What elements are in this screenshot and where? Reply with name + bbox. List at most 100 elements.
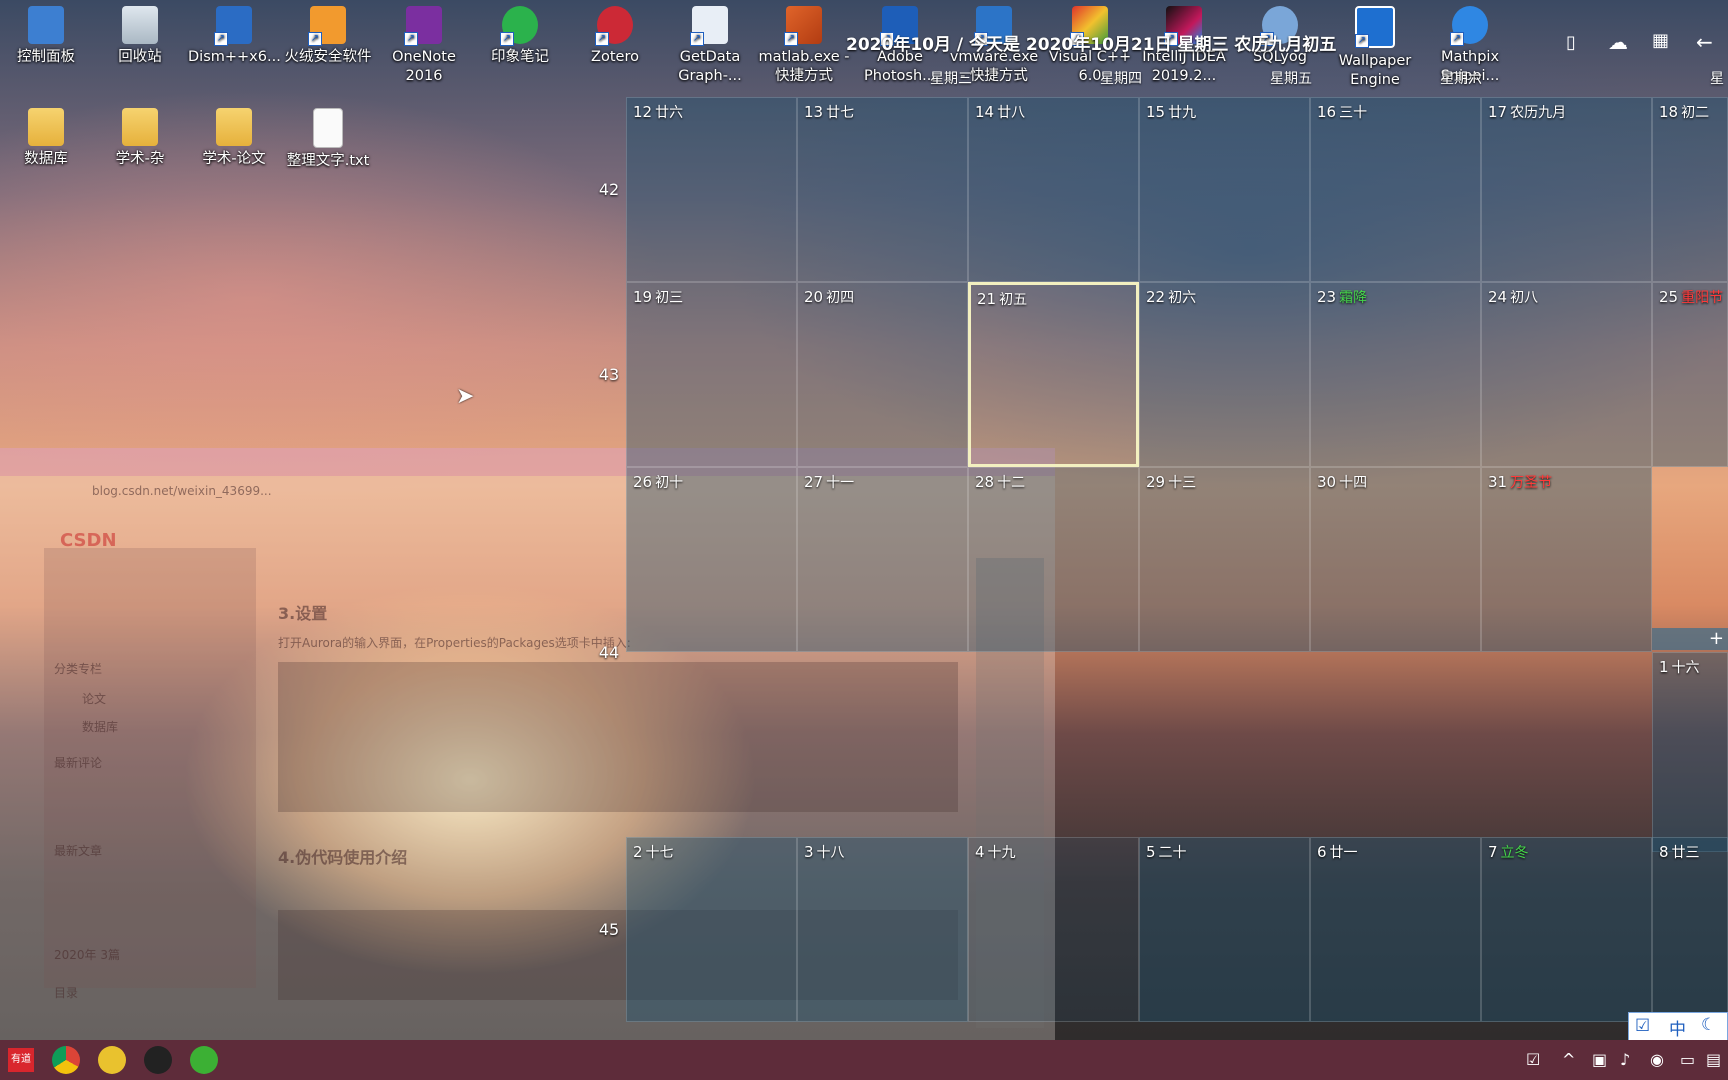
calendar-day[interactable]: 1 十六: [1652, 652, 1728, 852]
calendar-day[interactable]: 5 二十: [1139, 837, 1310, 1022]
calendar-day[interactable]: 30 十四: [1310, 467, 1481, 652]
calendar-day[interactable]: 7 立冬: [1481, 837, 1652, 1022]
recycle-bin-icon: [122, 6, 158, 44]
lunar-date: 十四: [1339, 475, 1368, 491]
desktop-icon-onenote[interactable]: ↗ OneNote 2016: [378, 0, 470, 86]
checkbox-tray-icon[interactable]: ☑: [1526, 1050, 1540, 1069]
app-icon[interactable]: [98, 1046, 126, 1074]
desktop-icon-control-panel[interactable]: 控制面板: [0, 0, 92, 67]
desktop-icon-label: matlab.exe - 快捷方式: [758, 49, 850, 84]
desktop-icon-wallpaper-engine[interactable]: ↗ Wallpaper Engine: [1329, 0, 1421, 90]
huorong-icon: ↗: [308, 6, 346, 46]
article-heading-pseudocode: 4.伪代码使用介绍: [278, 848, 408, 867]
lunar-date: 初二: [1681, 105, 1710, 121]
youdao-icon[interactable]: 有道: [8, 1048, 34, 1072]
wechat-icon[interactable]: [190, 1046, 218, 1074]
add-event-button[interactable]: +: [1652, 628, 1728, 650]
calendar-day[interactable]: 18 初二: [1652, 97, 1728, 282]
volume-icon[interactable]: ♪: [1620, 1050, 1630, 1069]
day-number: 1: [1659, 658, 1669, 676]
chrome-icon[interactable]: [52, 1046, 80, 1074]
onenote-icon: ↗: [404, 6, 442, 46]
day-number: 23: [1317, 288, 1337, 306]
calendar-day[interactable]: 3 十八: [797, 837, 968, 1022]
calendar-day-today[interactable]: 21 初五: [968, 282, 1139, 467]
desktop-icon-dism[interactable]: ↗ Dism++x6...: [188, 0, 281, 67]
day-number: 8: [1659, 843, 1669, 861]
calendar-day[interactable]: 26 初十: [626, 467, 797, 652]
calendar-day[interactable]: 31 万圣节: [1481, 467, 1652, 652]
desktop-icon-folder-academic-misc[interactable]: 学术-杂: [94, 102, 186, 169]
calendar-day[interactable]: 6 廿一: [1310, 837, 1481, 1022]
battery-icon[interactable]: ▭: [1680, 1050, 1695, 1069]
desktop-icon-label: 学术-论文: [202, 151, 266, 167]
calendar-day[interactable]: 14 廿八: [968, 97, 1139, 282]
calendar-day-label: 14 廿八: [975, 102, 1025, 122]
calendar-day[interactable]: 8 廿三: [1652, 837, 1728, 1022]
calendar-day[interactable]: 20 初四: [797, 282, 968, 467]
lunar-date: 廿一: [1329, 845, 1358, 861]
calendar-day[interactable]: 15 廿九: [1139, 97, 1310, 282]
network-icon[interactable]: ▣: [1592, 1050, 1607, 1069]
day-number: 27: [804, 473, 824, 491]
calendar-day-label: 26 初十: [633, 472, 683, 492]
article-text: 打开Aurora的输入界面，在Properties的Packages选项卡中插入…: [278, 636, 631, 650]
qq-icon[interactable]: [144, 1046, 172, 1074]
calendar-day[interactable]: 25 重阳节: [1652, 282, 1728, 467]
ime-language-label[interactable]: 中: [1669, 1015, 1686, 1040]
desktop-icon-recycle-bin[interactable]: 回收站: [94, 0, 186, 67]
desktop-icon-label: 整理文字.txt: [286, 153, 370, 169]
lunar-date: 十九: [987, 845, 1016, 861]
calendar-day[interactable]: 28 十二: [968, 467, 1139, 652]
sidebar-item[interactable]: 论文: [82, 690, 106, 707]
desktop-icon-huorong[interactable]: ↗ 火绒安全软件: [282, 0, 374, 67]
calendar-day[interactable]: 24 初八: [1481, 282, 1652, 467]
calendar-day-label: 18 初二: [1659, 102, 1709, 122]
sidebar-item[interactable]: 2020年 3篇: [54, 946, 120, 963]
desktop-icon-zotero[interactable]: ↗ Zotero: [569, 0, 661, 67]
desktop-icon-text-file[interactable]: 整理文字.txt: [282, 102, 374, 171]
calendar-day[interactable]: 29 十三: [1139, 467, 1310, 652]
desktop-icon-getdata[interactable]: ↗ GetData Graph-...: [664, 0, 756, 86]
calendar-day-label: 27 十一: [804, 472, 854, 492]
calendar-day[interactable]: 19 初三: [626, 282, 797, 467]
lunar-date: 十六: [1671, 660, 1700, 676]
calendar-day-label: 6 廿一: [1317, 842, 1358, 862]
chevron-up-icon[interactable]: ^: [1562, 1050, 1575, 1069]
calendar-day[interactable]: 12 廿六: [626, 97, 797, 282]
desktop-icon-evernote[interactable]: ↗ 印象笔记: [474, 0, 566, 67]
ime-checkbox-icon[interactable]: ☑: [1635, 1016, 1650, 1036]
calendar-day[interactable]: 27 十一: [797, 467, 968, 652]
phone-icon[interactable]: ▯: [1566, 32, 1576, 53]
day-number: 21: [977, 290, 997, 308]
action-center-icon[interactable]: ▤: [1706, 1050, 1721, 1069]
back-arrow-icon[interactable]: ←: [1696, 30, 1713, 54]
calendar-view-icon[interactable]: ▦: [1652, 30, 1669, 51]
calendar-day[interactable]: 17 农历九月: [1481, 97, 1652, 282]
sidebar-item[interactable]: 数据库: [82, 718, 118, 735]
calendar-day-label: 31 万圣节: [1488, 472, 1552, 492]
calendar-day[interactable]: 23 霜降: [1310, 282, 1481, 467]
browser-address[interactable]: blog.csdn.net/weixin_43699...: [92, 484, 272, 498]
lunar-date: 重阳节: [1681, 290, 1724, 306]
calendar-day[interactable]: 2 十七: [626, 837, 797, 1022]
moon-icon[interactable]: ☾: [1701, 1015, 1716, 1035]
calendar-day-label: 29 十三: [1146, 472, 1196, 492]
desktop-icon-folder-database[interactable]: 数据库: [0, 102, 92, 169]
desktop-icon-folder-academic-papers[interactable]: 学术-论文: [188, 102, 280, 169]
calendar-day[interactable]: 16 三十: [1310, 97, 1481, 282]
cloud-icon[interactable]: ☁: [1608, 30, 1628, 54]
desktop-icon-matlab[interactable]: ↗ matlab.exe - 快捷方式: [758, 0, 850, 86]
day-number: 22: [1146, 288, 1166, 306]
calendar-day-label: 3 十八: [804, 842, 845, 862]
mouse-cursor-icon: ➤: [456, 384, 475, 409]
browser-tray-icon[interactable]: ◉: [1650, 1050, 1664, 1069]
calendar-day[interactable]: 13 廿七: [797, 97, 968, 282]
calendar-day[interactable]: 4 十九: [968, 837, 1139, 1022]
ime-toolbar[interactable]: ☑ 中 ☾: [1628, 1012, 1728, 1042]
calendar-day[interactable]: 22 初六: [1139, 282, 1310, 467]
dism-icon: ↗: [214, 6, 252, 46]
calendar-day-label: 16 三十: [1317, 102, 1367, 122]
calendar-title: 2020年10月 / 今天是 2020年10月21日 星期三 农历九月初五: [846, 35, 1337, 55]
day-number: 7: [1488, 843, 1498, 861]
